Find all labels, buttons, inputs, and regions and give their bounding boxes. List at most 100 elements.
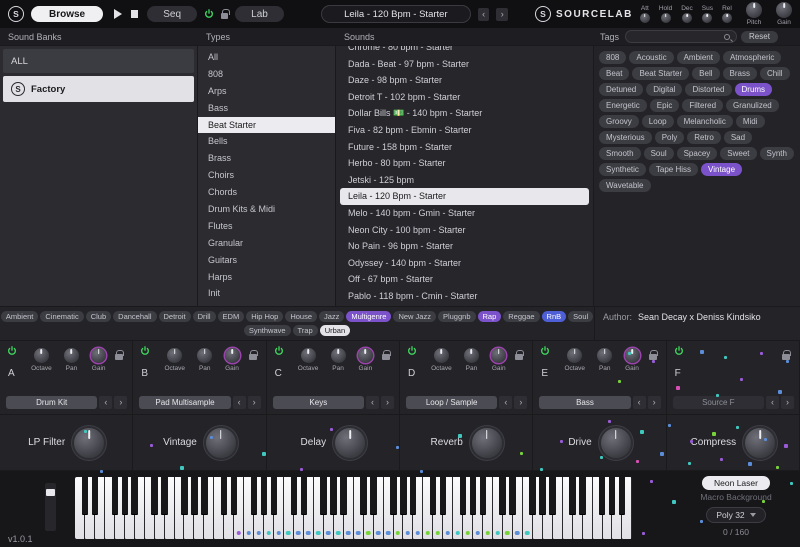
lock-icon[interactable] bbox=[782, 354, 790, 360]
sound-item[interactable]: Chrome - 80 bpm - Starter bbox=[340, 46, 589, 56]
gain-knob[interactable] bbox=[358, 348, 373, 363]
power-icon[interactable] bbox=[407, 346, 417, 356]
pan-knob[interactable] bbox=[64, 348, 79, 363]
lock-icon[interactable] bbox=[382, 354, 390, 360]
piano-key-black[interactable] bbox=[410, 477, 417, 514]
play-icon[interactable] bbox=[114, 9, 122, 19]
env-dec-knob[interactable] bbox=[682, 13, 692, 23]
genre-chip[interactable]: Cinematic bbox=[40, 311, 83, 322]
tag-chip[interactable]: Distorted bbox=[685, 83, 731, 96]
piano-key-black[interactable] bbox=[221, 477, 228, 514]
piano-key-black[interactable] bbox=[261, 477, 268, 514]
piano-key-black[interactable] bbox=[131, 477, 138, 514]
genre-chip[interactable]: Club bbox=[86, 311, 111, 322]
type-item[interactable]: Chords bbox=[198, 184, 335, 201]
octave-knob[interactable] bbox=[301, 348, 316, 363]
piano-key-black[interactable] bbox=[82, 477, 89, 514]
tag-chip[interactable]: Synthetic bbox=[599, 163, 646, 176]
lock-icon[interactable] bbox=[649, 354, 657, 360]
lp-filter-knob[interactable] bbox=[74, 428, 104, 458]
sound-item[interactable]: Future - 158 bpm - Starter bbox=[340, 139, 589, 156]
power-icon[interactable] bbox=[274, 346, 284, 356]
tag-chip[interactable]: Beat bbox=[599, 67, 629, 80]
piano-key-black[interactable] bbox=[271, 477, 278, 514]
tag-chip[interactable]: Wavetable bbox=[599, 179, 651, 192]
type-item[interactable]: Arps bbox=[198, 83, 335, 100]
sound-item[interactable]: Leila - 120 Bpm - Starter bbox=[340, 188, 589, 205]
tag-chip[interactable]: Mysterious bbox=[599, 131, 652, 144]
bank-item[interactable]: ALL bbox=[3, 49, 194, 73]
visualizer-option-selected[interactable]: Neon Laser bbox=[702, 476, 770, 490]
strip-prev-button[interactable]: ‹ bbox=[233, 396, 246, 409]
pan-knob[interactable] bbox=[331, 348, 346, 363]
pan-knob[interactable] bbox=[464, 348, 479, 363]
strip-name[interactable]: Bass bbox=[539, 396, 630, 409]
reverb-knob[interactable] bbox=[472, 428, 502, 458]
tag-chip[interactable]: Midi bbox=[736, 115, 765, 128]
octave-knob[interactable] bbox=[567, 348, 582, 363]
tag-chip[interactable]: Acoustic bbox=[629, 51, 673, 64]
piano-key-black[interactable] bbox=[161, 477, 168, 514]
lock-icon[interactable] bbox=[115, 354, 123, 360]
piano-key-black[interactable] bbox=[181, 477, 188, 514]
sound-item[interactable]: Fiva - 82 bpm - Ebmin - Starter bbox=[340, 122, 589, 139]
tag-chip[interactable]: Smooth bbox=[599, 147, 641, 160]
strip-name[interactable]: Source F bbox=[673, 396, 764, 409]
tag-chip[interactable]: Chill bbox=[760, 67, 790, 80]
piano-key-black[interactable] bbox=[251, 477, 258, 514]
genre-chip[interactable]: Detroit bbox=[159, 311, 191, 322]
genre-chip[interactable]: EDM bbox=[218, 311, 245, 322]
tag-chip[interactable]: Atmospheric bbox=[723, 51, 781, 64]
piano-key-black[interactable] bbox=[430, 477, 437, 514]
sound-item[interactable]: Melo - 140 bpm - Gmin - Starter bbox=[340, 205, 589, 222]
strip-name[interactable]: Drum Kit bbox=[6, 396, 97, 409]
pan-knob[interactable] bbox=[597, 348, 612, 363]
tag-chip[interactable]: Vintage bbox=[701, 163, 742, 176]
strip-next-button[interactable]: › bbox=[114, 396, 127, 409]
piano-key-black[interactable] bbox=[340, 477, 347, 514]
piano-key-black[interactable] bbox=[330, 477, 337, 514]
piano-key-black[interactable] bbox=[460, 477, 467, 514]
type-item[interactable]: All bbox=[198, 49, 335, 66]
tag-chip[interactable]: Poly bbox=[655, 131, 685, 144]
genre-chip[interactable]: Urban bbox=[320, 325, 350, 336]
strip-name[interactable]: Keys bbox=[273, 396, 364, 409]
genre-chip[interactable]: RnB bbox=[542, 311, 567, 322]
piano-key-black[interactable] bbox=[609, 477, 616, 514]
piano-key-black[interactable] bbox=[470, 477, 477, 514]
visualizer-option-next[interactable]: Macro Background bbox=[700, 492, 771, 502]
piano-key-black[interactable] bbox=[231, 477, 238, 514]
type-item[interactable]: Harps bbox=[198, 269, 335, 286]
tag-chip[interactable]: Spacey bbox=[677, 147, 718, 160]
piano-key-black[interactable] bbox=[440, 477, 447, 514]
sound-item[interactable]: No Pain - 96 bpm - Starter bbox=[340, 238, 589, 255]
tag-chip[interactable]: Synth bbox=[760, 147, 794, 160]
piano-key-black[interactable] bbox=[599, 477, 606, 514]
gain-knob[interactable] bbox=[625, 348, 640, 363]
strip-prev-button[interactable]: ‹ bbox=[633, 396, 646, 409]
type-item[interactable]: Init bbox=[198, 285, 335, 302]
genre-chip[interactable]: Synthwave bbox=[244, 325, 291, 336]
preset-display[interactable]: Leila - 120 Bpm - Starter bbox=[321, 5, 471, 23]
tag-chip[interactable]: Epic bbox=[650, 99, 680, 112]
tag-chip[interactable]: Melancholic bbox=[677, 115, 733, 128]
tag-chip[interactable]: Detuned bbox=[599, 83, 643, 96]
piano-key-black[interactable] bbox=[291, 477, 298, 514]
sound-item[interactable]: Detroit T - 102 bpm - Starter bbox=[340, 89, 589, 106]
type-item[interactable]: Drum Kits & Midi bbox=[198, 201, 335, 218]
genre-chip[interactable]: Jazz bbox=[319, 311, 344, 322]
piano-key-black[interactable] bbox=[122, 477, 129, 514]
piano-key-black[interactable] bbox=[151, 477, 158, 514]
reset-button[interactable]: Reset bbox=[741, 31, 778, 43]
bank-item[interactable]: SFactory bbox=[3, 76, 194, 102]
piano-key-black[interactable] bbox=[539, 477, 546, 514]
octave-knob[interactable] bbox=[34, 348, 49, 363]
sound-item[interactable]: Neon City - 100 bpm - Starter bbox=[340, 222, 589, 239]
piano-key-black[interactable] bbox=[191, 477, 198, 514]
gain-knob[interactable] bbox=[225, 348, 240, 363]
env-sus-knob[interactable] bbox=[702, 13, 712, 23]
lock-icon[interactable] bbox=[249, 354, 257, 360]
env-att-knob[interactable] bbox=[640, 13, 650, 23]
genre-chip[interactable]: Drill bbox=[193, 311, 216, 322]
tag-search-input[interactable] bbox=[632, 32, 724, 42]
